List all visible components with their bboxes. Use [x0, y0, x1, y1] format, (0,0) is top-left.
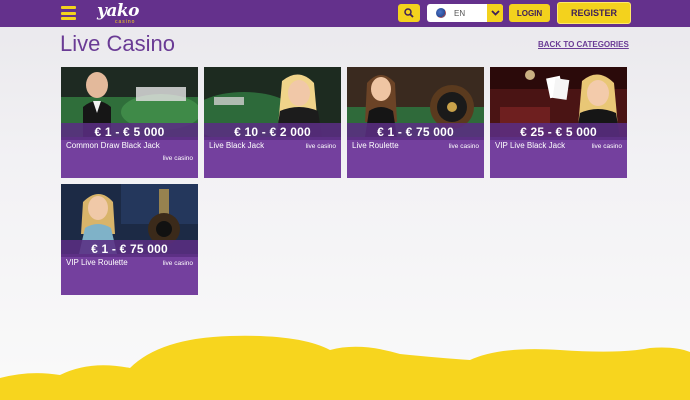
bet-limits: € 25 - € 5 000	[490, 123, 627, 140]
language-selector[interactable]: EN	[427, 4, 503, 22]
game-category: live casino	[448, 143, 479, 150]
page-title: Live Casino	[60, 31, 175, 56]
game-title: Live Black Jack	[209, 141, 265, 150]
game-card[interactable]: € 25 - € 5 000 VIP Live Black Jack live …	[490, 67, 627, 178]
bet-limits: € 10 - € 2 000	[204, 123, 341, 140]
globe-flag-icon	[436, 8, 446, 18]
game-title: Live Roulette	[352, 141, 399, 150]
hamburger-menu-icon[interactable]	[61, 6, 76, 20]
back-to-categories-link[interactable]: BACK TO CATEGORIES	[538, 40, 629, 49]
register-button[interactable]: REGISTER	[557, 2, 631, 24]
bet-limits: € 1 - € 75 000	[61, 240, 198, 257]
game-category: live casino	[591, 143, 622, 150]
decorative-clouds	[0, 335, 690, 400]
game-card[interactable]: € 10 - € 2 000 Live Black Jack live casi…	[204, 67, 341, 178]
bet-limits: € 1 - € 5 000	[61, 123, 198, 140]
game-card[interactable]: € 1 - € 75 000 Live Roulette live casino	[347, 67, 484, 178]
search-button[interactable]	[398, 4, 420, 22]
game-card[interactable]: € 1 - € 5 000 Common Draw Black Jack liv…	[61, 67, 198, 178]
game-category: live casino	[162, 260, 193, 267]
brand-logo[interactable]: yako casino	[97, 1, 140, 25]
game-title: Common Draw Black Jack	[66, 141, 160, 150]
game-category: live casino	[305, 143, 336, 150]
brand-name: yako	[97, 1, 140, 21]
chevron-down-icon[interactable]	[487, 4, 503, 22]
game-category: live casino	[162, 155, 193, 162]
top-navigation-bar: yako casino EN LOGIN REGISTER	[0, 0, 690, 27]
language-code: EN	[454, 8, 466, 18]
game-card[interactable]: € 1 - € 75 000 VIP Live Roulette live ca…	[61, 184, 198, 295]
game-title: VIP Live Black Jack	[495, 141, 566, 150]
game-title: VIP Live Roulette	[66, 258, 128, 267]
search-icon	[404, 8, 414, 18]
login-button[interactable]: LOGIN	[509, 4, 550, 22]
bet-limits: € 1 - € 75 000	[347, 123, 484, 140]
